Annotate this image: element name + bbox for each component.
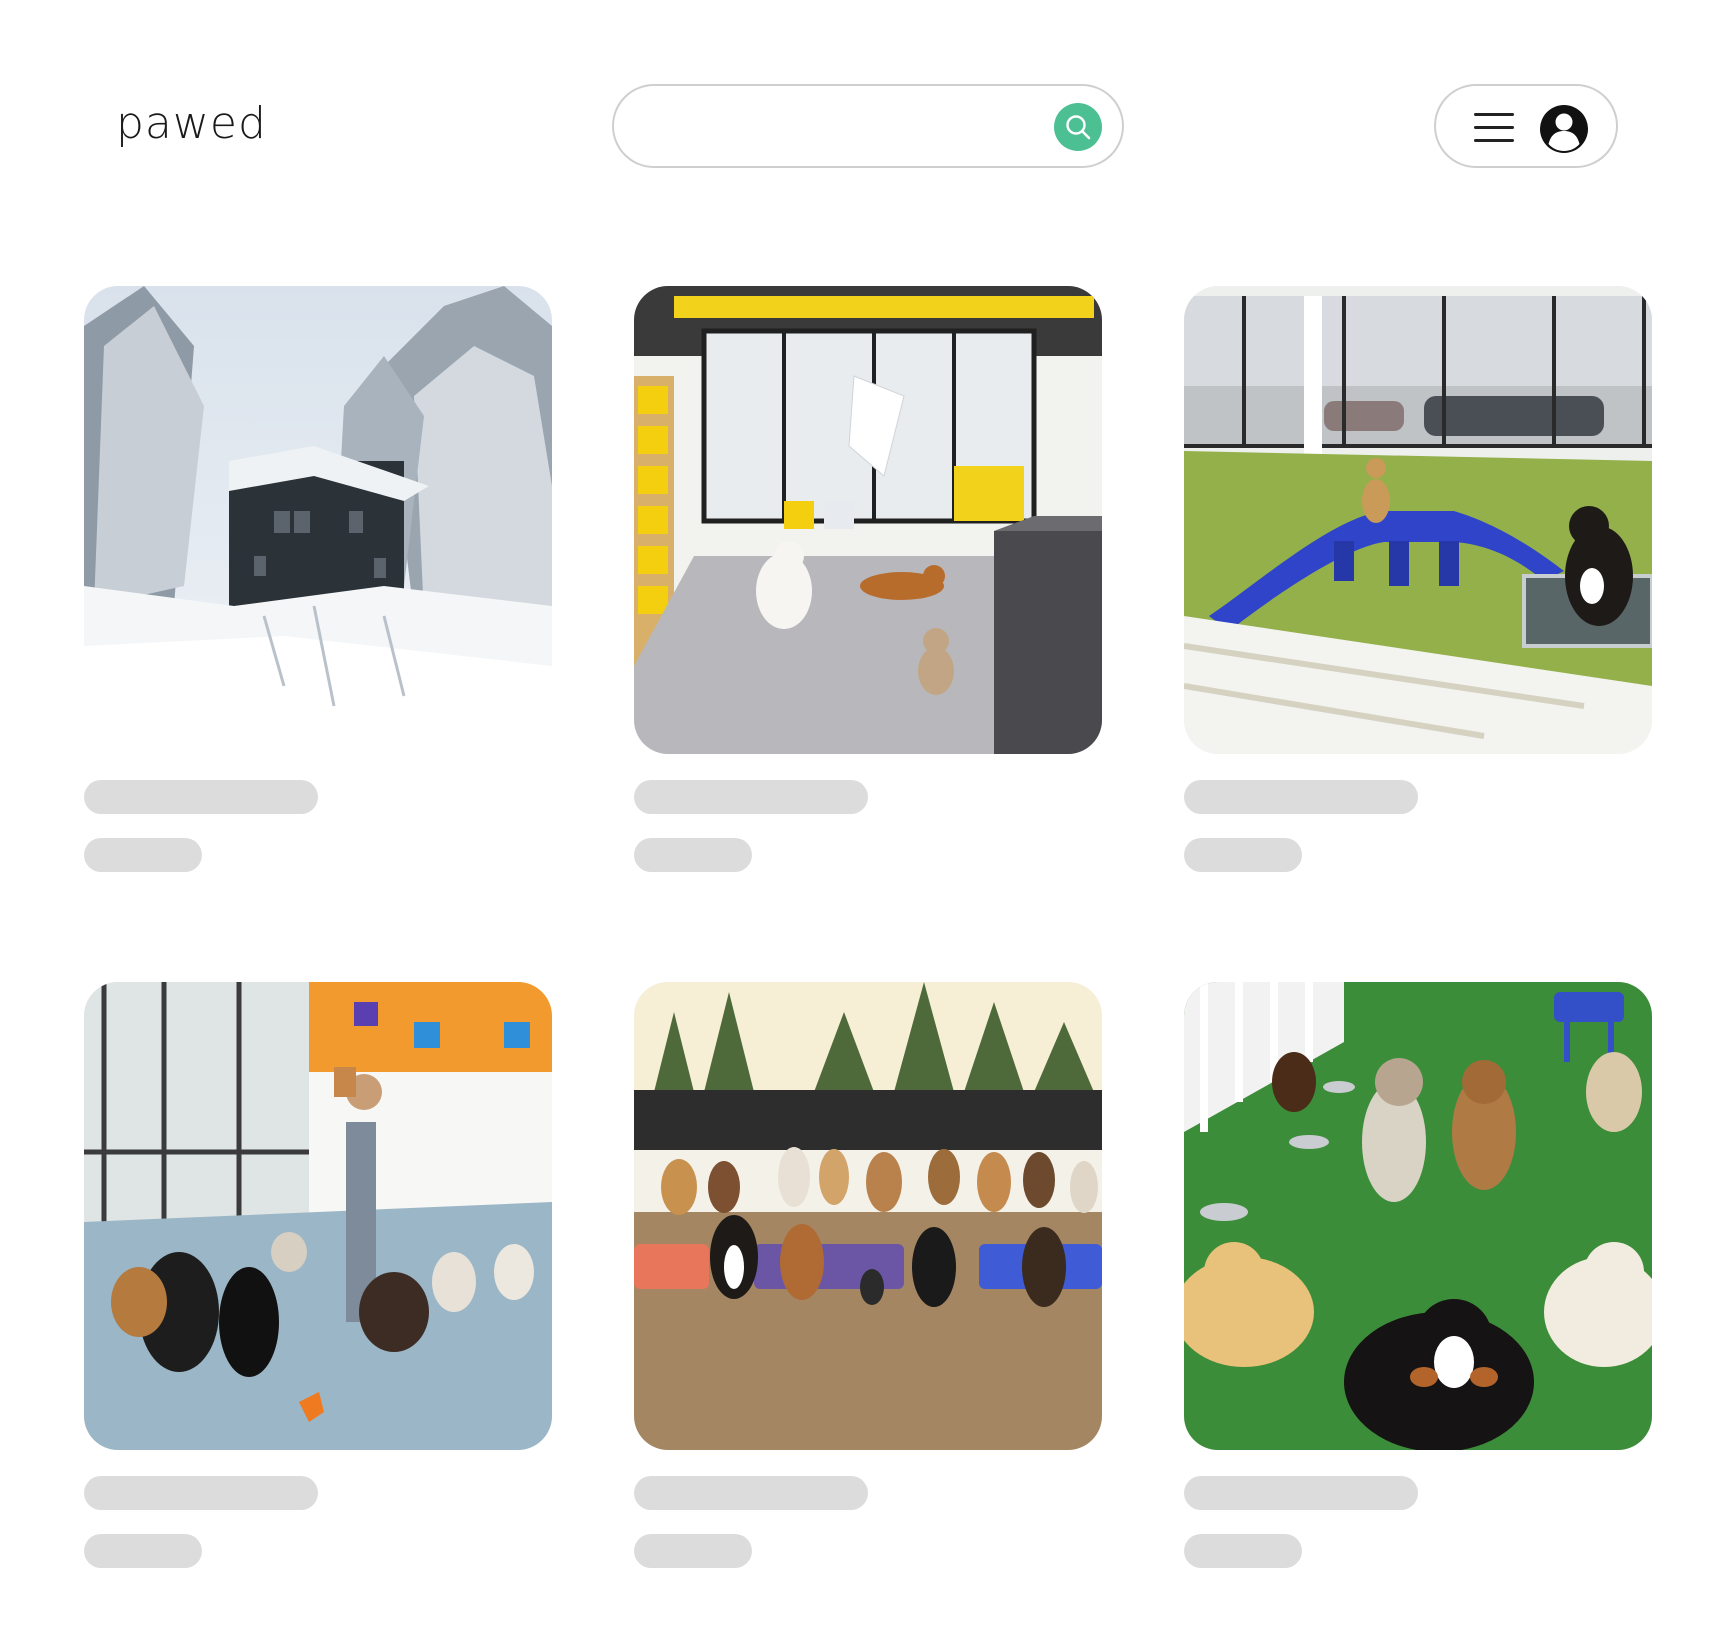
listing-subtitle-placeholder [634,1534,752,1568]
listing-card[interactable] [1184,286,1652,872]
listing-photo-trainer-with-dogs[interactable] [84,982,552,1450]
listing-subtitle-placeholder [1184,1534,1302,1568]
listing-subtitle-placeholder [84,1534,202,1568]
listing-card[interactable] [84,982,552,1568]
listing-photo-dogs-on-artificial-turf[interactable] [1184,982,1652,1450]
listing-photo-dog-playroom-blue-bridge[interactable] [1184,286,1652,754]
listing-title-placeholder [1184,780,1418,814]
listing-card[interactable] [634,982,1102,1568]
listing-title-placeholder [84,1476,318,1510]
listing-subtitle-placeholder [84,838,202,872]
listing-title-placeholder [84,780,318,814]
listing-title-placeholder [634,780,868,814]
listing-grid [0,0,1728,1642]
listing-card[interactable] [84,286,552,872]
listing-photo-indoor-dog-daycare-yellow[interactable] [634,286,1102,754]
listing-card[interactable] [1184,982,1652,1568]
listing-photo-dog-pack-outdoor-yard[interactable] [634,982,1102,1450]
listing-card[interactable] [634,286,1102,872]
listing-title-placeholder [634,1476,868,1510]
listing-title-placeholder [1184,1476,1418,1510]
listing-photo-snowy-forest-cabin[interactable] [84,286,552,754]
listing-subtitle-placeholder [1184,838,1302,872]
listing-subtitle-placeholder [634,838,752,872]
